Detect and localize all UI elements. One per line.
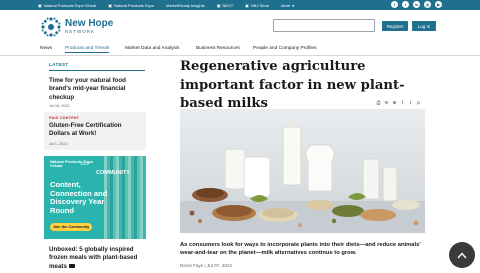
ad-cta-button[interactable]: Join the Community [50,223,92,231]
chevron-down-icon: ▾ [292,2,295,8]
author-link[interactable]: Denis Faye [180,263,203,268]
paid-content-card[interactable]: PAID CONTENT Gluten-Free Certification D… [44,112,146,150]
ad-headline: Content, Connection and Discovery Year R… [50,180,108,216]
paid-content-date: Jul 1, 2022 [49,141,68,146]
pinterest-icon[interactable]: p [416,100,421,105]
twitter-icon[interactable]: t [408,100,413,105]
starburst-logo-icon [41,17,61,37]
register-button[interactable]: Register [382,21,408,31]
email-icon[interactable]: ✉ [384,100,389,105]
next-icon: ▣ [216,2,221,8]
topbar-link-label: Natural Products Expo [113,2,154,8]
sidebar-article[interactable]: Time for your natural food brand's mid-y… [49,77,145,108]
plant-milks-photo [180,109,425,233]
topbar-link-label: NEXT [222,2,234,8]
paid-content-title: Gluten-Free Certification Dollars at Wor… [49,122,122,138]
nav-item-news[interactable]: News [40,46,52,51]
nav-item-business-resources[interactable]: Business Resources [196,46,240,51]
chevron-up-icon [457,251,467,258]
site-header: New Hope NETWORK Register Log In [0,10,480,42]
instagram-icon[interactable]: ◎ [424,1,431,8]
facebook-icon[interactable]: f [391,1,398,8]
ad-community-label: COMMUNITY [96,170,130,176]
sidebar-article-title: Unboxed: 5 globally inspired frozen meal… [49,246,138,270]
login-button[interactable]: Log In [412,21,436,31]
community-ad-banner[interactable]: Natural Products Expo Virtual 2022 COMMUN… [44,156,146,239]
top-utility-bar: ▣ Natural Products Expo Virtual ▣ Natural … [0,0,480,10]
topbar-link-expo-virtual[interactable]: ▣ Natural Products Expo Virtual [38,3,96,8]
nav-item-people-profiles[interactable]: People and Company Profiles [253,46,316,51]
expo-icon: ▣ [108,2,112,8]
topbar-link-label: NBJ Store [250,2,270,8]
topbar-link-marketready[interactable]: MarketReady Insights [166,3,205,8]
topbar-link-label: More [281,2,291,8]
sidebar-article[interactable]: Unboxed: 5 globally inspired frozen meal… [49,246,145,271]
latest-section-label: LATEST [49,62,69,67]
site-logo[interactable]: New Hope NETWORK [40,16,113,38]
twitter-icon[interactable]: t [402,1,409,8]
nav-item-products-and-trends[interactable]: Products and Trends [65,46,110,53]
expo-icon: ▣ [38,2,42,8]
sidebar-article-title: Time for your natural food brand's mid-y… [49,77,126,101]
ad-year: 2022 [80,161,89,166]
article-headline: Regenerative agriculture important facto… [180,59,405,112]
share-icon[interactable]: ⊕ [392,100,397,105]
nav-item-market-data[interactable]: Market Data and Analysis [125,46,179,51]
facebook-icon[interactable]: f [400,100,405,105]
social-links: f t in ◎ ▶ [391,1,442,8]
logo-wordmark: New Hope [65,18,114,30]
logo-subtitle: NETWORK [65,29,95,35]
camera-icon [68,263,75,269]
topbar-link-more[interactable]: More ▾ [281,3,296,8]
linkedin-icon[interactable]: in [413,1,420,8]
sidebar-article-date: Jul 18, 2022 [49,104,70,109]
article-date: Jul 07, 2022 [207,263,233,268]
article-hero-image [180,109,425,233]
topbar-link-label: MarketReady Insights [166,2,205,8]
print-icon[interactable]: ⎙ [376,100,381,105]
article-share-tools: ⎙ ✉ ⊕ f t p [376,100,421,106]
paid-content-tag: PAID CONTENT [49,116,80,120]
topbar-link-nbj-store[interactable]: ▣ NBJ Store [245,3,269,8]
scroll-to-top-button[interactable] [449,242,475,268]
article-lede: As consumers look for ways to incorporat… [180,242,421,257]
divider [49,70,145,71]
main-nav: News Products and Trends Market Data and… [0,42,480,56]
topbar-link-next[interactable]: ▣ NEXT [217,3,233,8]
search-input[interactable] [273,19,375,32]
topbar-link-label: Natural Products Expo Virtual [43,2,97,8]
youtube-icon[interactable]: ▶ [435,1,442,8]
article-byline: Denis Faye | Jul 07, 2022 [180,263,232,268]
topbar-link-expo[interactable]: ▣ Natural Products Expo [108,3,154,8]
store-icon: ▣ [245,2,249,8]
